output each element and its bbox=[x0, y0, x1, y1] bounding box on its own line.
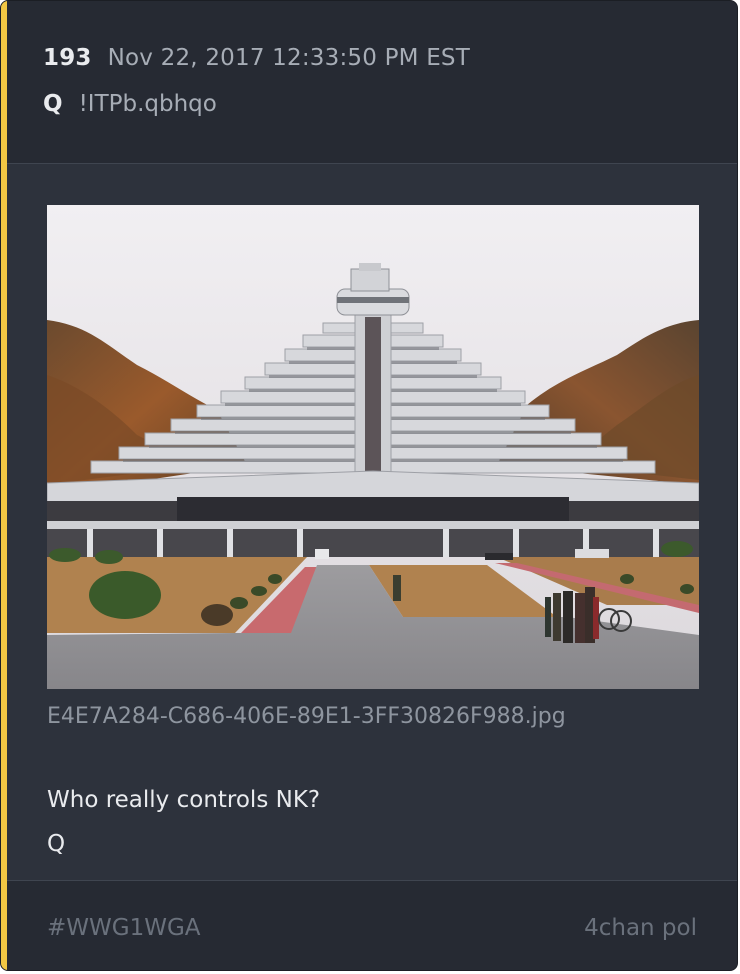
post-author: Q bbox=[43, 91, 63, 117]
post-card: 193 Nov 22, 2017 12:33:50 PM EST Q !ITPb… bbox=[0, 0, 738, 971]
hotel-photo bbox=[47, 205, 699, 689]
post-body: E4E7A284-C686-406E-89E1-3FF30826F988.jpg… bbox=[7, 164, 737, 880]
attachment-filename[interactable]: E4E7A284-C686-406E-89E1-3FF30826F988.jpg bbox=[47, 704, 566, 729]
post-number[interactable]: 193 bbox=[43, 45, 92, 71]
source-label[interactable]: 4chan pol bbox=[584, 915, 697, 941]
post-meta: 193 Nov 22, 2017 12:33:50 PM EST bbox=[43, 45, 470, 71]
attachment-image[interactable] bbox=[47, 205, 699, 689]
post-author-line: Q !ITPb.qbhqo bbox=[43, 91, 217, 117]
hashtag[interactable]: #WWG1WGA bbox=[47, 915, 201, 941]
post-tripcode: !ITPb.qbhqo bbox=[78, 91, 217, 117]
post-date: Nov 22, 2017 12:33:50 PM EST bbox=[107, 45, 470, 71]
post-footer: #WWG1WGA 4chan pol bbox=[7, 880, 737, 970]
post-message: Who really controls NK? Q bbox=[47, 778, 320, 866]
message-line: Who really controls NK? bbox=[47, 787, 321, 813]
post-header: 193 Nov 22, 2017 12:33:50 PM EST Q !ITPb… bbox=[7, 1, 737, 164]
message-signature: Q bbox=[47, 831, 66, 857]
